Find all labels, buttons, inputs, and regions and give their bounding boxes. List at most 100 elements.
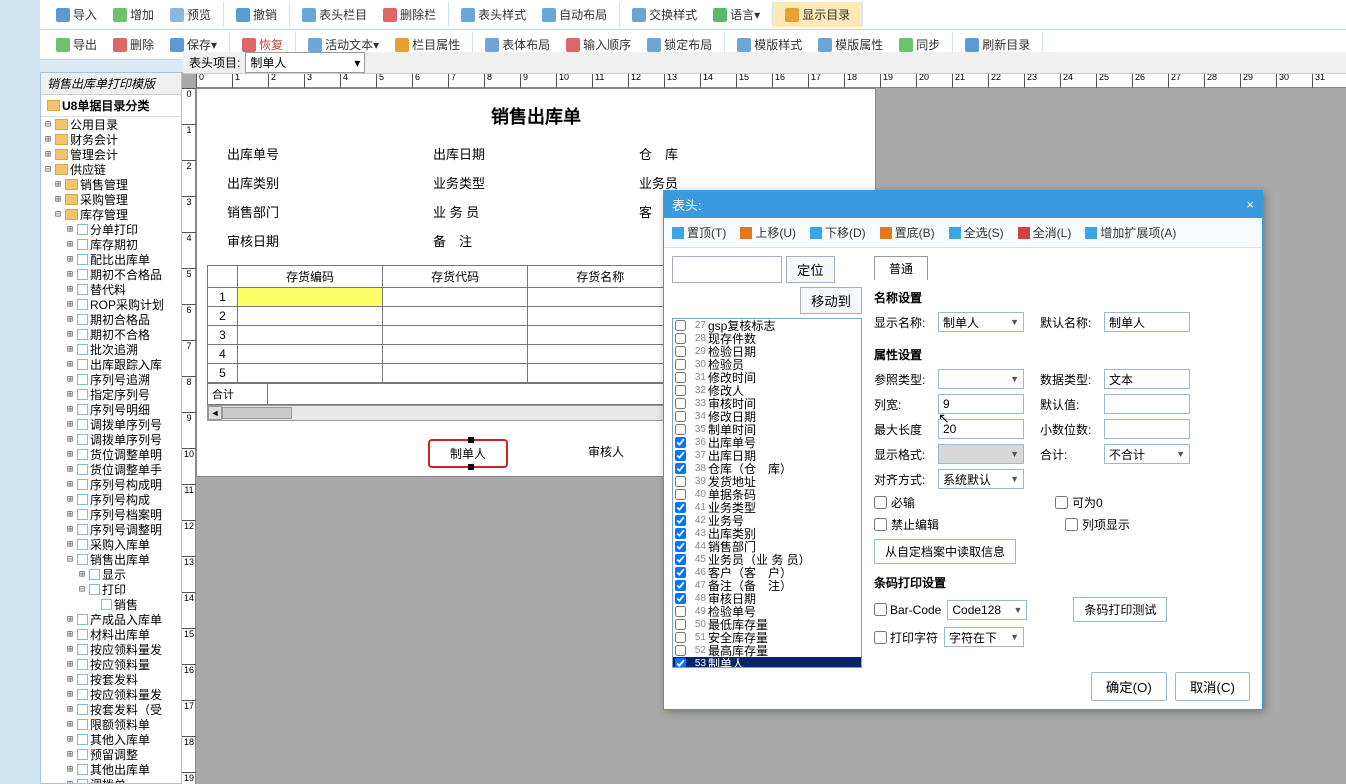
- header-item-select[interactable]: 制单人▾: [245, 52, 365, 73]
- header-field[interactable]: 出库单号: [227, 144, 433, 163]
- tree-node[interactable]: ⊞期初合格品: [41, 312, 181, 327]
- tree-node[interactable]: ⊞财务会计: [41, 132, 181, 147]
- dlg-tb-btn[interactable]: 置顶(T): [672, 224, 726, 241]
- header-field[interactable]: 备 注: [433, 231, 639, 250]
- field-list-item[interactable]: 33审核时间: [673, 397, 861, 410]
- cancel-button[interactable]: 取消(C): [1175, 672, 1250, 701]
- tree-node[interactable]: ⊞其他出库单: [41, 762, 181, 777]
- barcode-test-button[interactable]: 条码打印测试: [1073, 597, 1167, 622]
- field-list-item[interactable]: 36出库单号: [673, 436, 861, 449]
- tree-node[interactable]: ⊞替代料: [41, 282, 181, 297]
- reftype-select[interactable]: ▼: [938, 369, 1024, 389]
- field-list-item[interactable]: 43出库类别: [673, 527, 861, 540]
- default-name-input[interactable]: [1104, 312, 1190, 332]
- locate-button[interactable]: 定位: [786, 256, 835, 283]
- tree-node[interactable]: ⊞调拨单序列号: [41, 432, 181, 447]
- tree-node[interactable]: ⊞序列号构成: [41, 492, 181, 507]
- align-select[interactable]: 系统默认▼: [938, 469, 1024, 489]
- field-list-item[interactable]: 34修改日期: [673, 410, 861, 423]
- chk-required[interactable]: 必输: [874, 494, 915, 511]
- tb-import[interactable]: 导入: [50, 3, 103, 26]
- default-value-input[interactable]: [1104, 394, 1190, 414]
- sum-select[interactable]: 不合计▼: [1104, 444, 1190, 464]
- header-field[interactable]: 出库日期: [433, 144, 639, 163]
- tree-node[interactable]: ⊞出库跟踪入库: [41, 357, 181, 372]
- field-list-item[interactable]: 38仓库（仓 库）: [673, 462, 861, 475]
- ok-button[interactable]: 确定(O): [1091, 672, 1167, 701]
- header-field[interactable]: 销售部门: [227, 202, 433, 221]
- field-list-item[interactable]: 32修改人: [673, 384, 861, 397]
- field-list-item[interactable]: 40单据条码: [673, 488, 861, 501]
- tb-undo[interactable]: 撤销: [230, 3, 283, 26]
- tree-node[interactable]: ⊞按套发料: [41, 672, 181, 687]
- tree-node[interactable]: ⊞序列号明细: [41, 402, 181, 417]
- tree-node[interactable]: ⊞其他入库单: [41, 732, 181, 747]
- tree-node[interactable]: ⊞序列号调整明: [41, 522, 181, 537]
- tree-node[interactable]: ⊞调拨单: [41, 777, 181, 784]
- tree-node[interactable]: ⊞序列号追溯: [41, 372, 181, 387]
- tb-delete[interactable]: 删除: [107, 33, 160, 56]
- header-field[interactable]: 业 务 员: [433, 202, 639, 221]
- tree-node[interactable]: 销售: [41, 597, 181, 612]
- selected-field-maker[interactable]: 制单人: [428, 439, 508, 468]
- tb-delcol[interactable]: 删除栏: [377, 3, 442, 26]
- tree-node[interactable]: ⊟销售出库单: [41, 552, 181, 567]
- display-name-select[interactable]: 制单人▼: [938, 312, 1024, 332]
- tree-node[interactable]: ⊞配比出库单: [41, 252, 181, 267]
- field-list-item[interactable]: 31修改时间: [673, 371, 861, 384]
- chk-listshow[interactable]: 列项显示: [1065, 516, 1130, 533]
- locate-input[interactable]: [672, 256, 782, 283]
- dlg-tb-btn[interactable]: 下移(D): [810, 224, 866, 241]
- tb-export[interactable]: 导出: [50, 33, 103, 56]
- tree-node[interactable]: ⊞货位调整单明: [41, 447, 181, 462]
- tree-node[interactable]: ⊞批次追溯: [41, 342, 181, 357]
- header-field[interactable]: 仓 库: [639, 144, 845, 163]
- decimal-input[interactable]: [1104, 419, 1190, 439]
- tb-lang[interactable]: 语言 ▾: [707, 3, 766, 26]
- tree-node[interactable]: ⊞序列号档案明: [41, 507, 181, 522]
- colwidth-input[interactable]: [938, 394, 1024, 414]
- field-auditor[interactable]: 审核人: [568, 439, 644, 468]
- tree-node[interactable]: ⊞材料出库单: [41, 627, 181, 642]
- tb-headercol[interactable]: 表头栏目: [296, 3, 373, 26]
- field-list[interactable]: 27gsp复核标志28现存件数29检验日期30检验员31修改时间32修改人33审…: [672, 318, 862, 668]
- dlg-tb-btn[interactable]: 上移(U): [740, 224, 796, 241]
- tree-node[interactable]: ⊞库存期初: [41, 237, 181, 252]
- chk-zero[interactable]: 可为0: [1055, 494, 1103, 511]
- tree-node[interactable]: ⊞按套发料（受: [41, 702, 181, 717]
- tree-node[interactable]: ⊟供应链: [41, 162, 181, 177]
- tree-node[interactable]: ⊞按应领料量: [41, 657, 181, 672]
- tree-node[interactable]: ⊞产成品入库单: [41, 612, 181, 627]
- tree-node[interactable]: ⊟库存管理: [41, 207, 181, 222]
- tb-showdir[interactable]: 显示目录: [779, 3, 856, 26]
- tree-node[interactable]: ⊞销售管理: [41, 177, 181, 192]
- dlg-tb-btn[interactable]: 置底(B): [880, 224, 935, 241]
- tree-node[interactable]: ⊞采购管理: [41, 192, 181, 207]
- tb-headerstyle[interactable]: 表头样式: [455, 3, 532, 26]
- dialog-titlebar[interactable]: 表头: ×: [664, 191, 1262, 218]
- tree-node[interactable]: ⊞分单打印: [41, 222, 181, 237]
- field-list-item[interactable]: 52最高库存量: [673, 644, 861, 657]
- tree-node[interactable]: ⊞指定序列号: [41, 387, 181, 402]
- dlg-tb-btn[interactable]: 全选(S): [949, 224, 1004, 241]
- barcode-type-select[interactable]: Code128▼: [947, 600, 1027, 620]
- tb-add[interactable]: 增加: [107, 3, 160, 26]
- datatype-input[interactable]: [1104, 369, 1190, 389]
- tab-general[interactable]: 普通: [874, 256, 928, 280]
- field-list-item[interactable]: 47备注（备 注）: [673, 579, 861, 592]
- tree-node[interactable]: ⊟打印: [41, 582, 181, 597]
- column-header[interactable]: 存货编码: [238, 266, 383, 288]
- tb-swapstyle[interactable]: 交换样式: [626, 3, 703, 26]
- field-list-item[interactable]: 30检验员: [673, 358, 861, 371]
- field-list-item[interactable]: 35制单时间: [673, 423, 861, 436]
- dlg-tb-btn[interactable]: 增加扩展项(A): [1085, 224, 1176, 241]
- field-list-item[interactable]: 27gsp复核标志: [673, 319, 861, 332]
- tree-node[interactable]: ⊞显示: [41, 567, 181, 582]
- tb-preview[interactable]: 预览: [164, 3, 217, 26]
- format-select[interactable]: ▼: [938, 444, 1024, 464]
- column-header[interactable]: 存货名称: [528, 266, 673, 288]
- tree-node[interactable]: ⊞序列号构成明: [41, 477, 181, 492]
- maxlen-input[interactable]: [938, 419, 1024, 439]
- tree-node[interactable]: ⊞期初不合格品: [41, 267, 181, 282]
- header-field[interactable]: 审核日期: [227, 231, 433, 250]
